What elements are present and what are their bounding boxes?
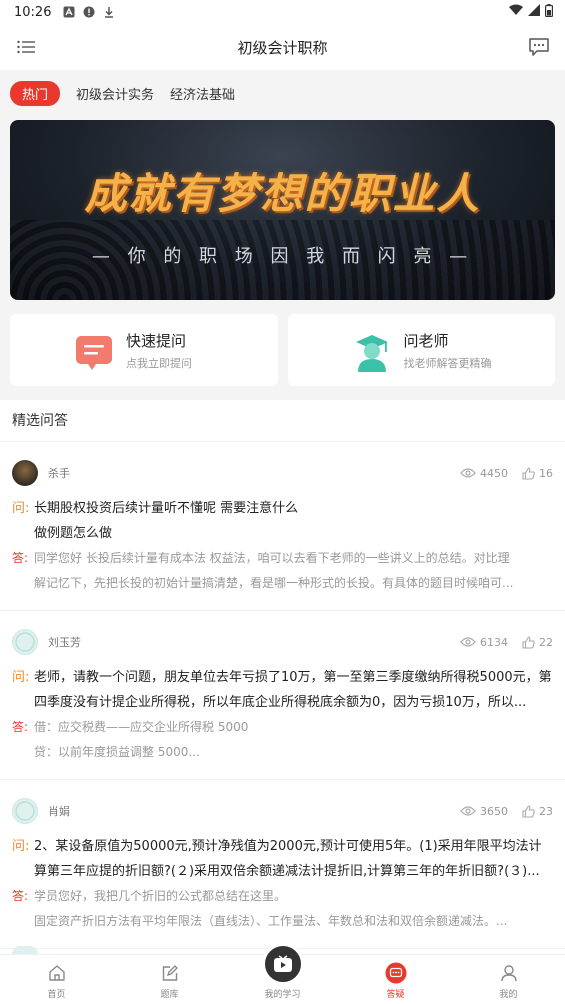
like-count-value: 16 [539, 466, 553, 480]
answer-mark: 答: [12, 720, 29, 734]
nav-question-bank-label: 题库 [160, 990, 179, 1000]
edit-icon [159, 962, 181, 984]
nav-home-label: 首页 [47, 990, 66, 1000]
ask-teacher-subtitle: 找老师解答更精确 [403, 356, 492, 370]
question-text: 老师，请教一个问题，朋友单位去年亏损了10万，第一至第三季度缴纳所得税5000元… [34, 670, 552, 710]
status-bar: 10:26 [0, 0, 565, 24]
nav-my-learning[interactable]: 我的学习 [226, 943, 339, 1004]
answer-mark: 答: [12, 551, 29, 565]
eye-icon [460, 637, 476, 647]
wifi-icon [509, 4, 523, 20]
next-avatar-peek [12, 946, 38, 954]
user-icon [498, 962, 520, 984]
thumb-up-icon [522, 804, 535, 818]
question-mark: 问: [12, 670, 30, 685]
tab-hot[interactable]: 热门 [10, 80, 61, 106]
view-count-value: 6134 [480, 635, 508, 649]
view-count: 3650 [460, 805, 508, 818]
qa-item[interactable]: 杀手 4450 16 问: 长期股权投资后续计量听不懂呢 需要注意什么 做例题怎… [0, 442, 565, 611]
view-count-value: 4450 [480, 466, 508, 480]
banner-slogan: 成就有梦想的职业人 [84, 169, 481, 218]
bottom-nav: 首页 题库 我的学习 答疑 我的 [0, 943, 565, 1004]
quick-cards: 快速提问 点我立即提问 问老师 找老师解答更精确 [10, 314, 555, 386]
answer-line: 解记忆下，先把长投的初始计量搞清楚，看是哪一种形式的长投。有具体的题目时候咱可.… [34, 576, 514, 590]
thumb-up-icon [522, 466, 535, 480]
like-button[interactable]: 16 [522, 467, 553, 480]
qa-item[interactable]: 刘玉芳 6134 22 问: 老师，请教一个问题，朋友单位去年亏损了10万，第一… [0, 611, 565, 780]
app-header: 初级会计职称 [0, 24, 565, 70]
nav-my-learning-label: 我的学习 [264, 990, 301, 1000]
qa-item[interactable]: 肖娟 3650 23 问: 2、某设备原值为50000元,预计净残值为2000元… [0, 780, 565, 949]
nav-me-label: 我的 [499, 990, 518, 1000]
avatar[interactable] [12, 798, 38, 824]
notification-a-icon [63, 6, 75, 18]
answer-line: 贷：以前年度损益调整 5000... [34, 745, 200, 759]
view-count-value: 3650 [480, 804, 508, 818]
thumb-up-icon [522, 635, 535, 649]
tab-accounting-practice[interactable]: 初级会计实务 [76, 81, 154, 106]
answer-line: 借：应交税费——应交企业所得税 5000 [34, 720, 249, 734]
question-text: 2、某设备原值为50000元,预计净残值为2000元,预计可使用5年。(1)采用… [34, 839, 542, 879]
nav-question-bank[interactable]: 题库 [113, 955, 226, 1004]
category-tabs: 热门 初级会计实务 经济法基础 [0, 78, 565, 108]
chat-bubble-icon [74, 332, 114, 372]
status-time: 10:26 [14, 4, 52, 20]
like-button[interactable]: 23 [522, 805, 553, 818]
nav-home[interactable]: 首页 [0, 955, 113, 1004]
username: 肖娟 [48, 805, 70, 818]
answer-line: 学员您好，我把几个折旧的公式都总结在这里。 [34, 889, 287, 903]
like-count-value: 23 [539, 804, 553, 818]
view-count: 4450 [460, 467, 508, 480]
tab-economic-law[interactable]: 经济法基础 [170, 81, 235, 106]
download-icon [103, 6, 115, 18]
message-icon[interactable] [527, 35, 551, 59]
answer-line: 固定资产折旧方法有平均年限法（直线法）、工作量法、年数总和法和双倍余额递减法。.… [34, 914, 508, 928]
banner-subtitle: — 你 的 职 场 因 我 而 闪 亮 — [91, 246, 474, 267]
eye-icon [460, 468, 476, 478]
avatar[interactable] [12, 460, 38, 486]
view-count: 6134 [460, 636, 508, 649]
quick-ask-card[interactable]: 快速提问 点我立即提问 [10, 314, 278, 386]
like-count-value: 22 [539, 635, 553, 649]
signal-icon [528, 4, 540, 20]
avatar[interactable] [12, 629, 38, 655]
teacher-icon [352, 332, 392, 372]
ask-teacher-card[interactable]: 问老师 找老师解答更精确 [287, 314, 555, 386]
eye-icon [460, 806, 476, 816]
chat-icon [385, 962, 407, 984]
menu-list-icon[interactable] [14, 35, 38, 59]
quick-ask-title: 快速提问 [126, 331, 187, 350]
username: 杀手 [48, 467, 70, 480]
page-title: 初级会计职称 [237, 38, 328, 57]
username: 刘玉芳 [48, 636, 81, 649]
quick-ask-subtitle: 点我立即提问 [126, 356, 192, 370]
question-mark: 问: [12, 501, 30, 516]
answer-mark: 答: [12, 889, 29, 903]
home-icon [46, 962, 68, 984]
play-icon [261, 943, 304, 985]
like-button[interactable]: 22 [522, 636, 553, 649]
top-section: 热门 初级会计实务 经济法基础 成就有梦想的职业人 — 你 的 职 场 因 我 … [0, 70, 565, 400]
question-text: 长期股权投资后续计量听不懂呢 需要注意什么 做例题怎么做 [34, 501, 299, 541]
nav-me[interactable]: 我的 [452, 955, 565, 1004]
question-mark: 问: [12, 839, 30, 854]
default-avatar-icon [15, 632, 35, 652]
nav-qa[interactable]: 答疑 [339, 955, 452, 1004]
default-avatar-icon [15, 801, 35, 821]
section-title: 精选问答 [0, 400, 565, 442]
ask-teacher-title: 问老师 [403, 331, 449, 350]
battery-icon [545, 3, 554, 21]
nav-qa-label: 答疑 [386, 990, 405, 1000]
answer-line: 同学您好 长投后续计量有成本法 权益法，咱可以去看下老师的一些讲义上的总结。对比… [34, 551, 510, 565]
alert-icon [83, 6, 95, 18]
promo-banner[interactable]: 成就有梦想的职业人 — 你 的 职 场 因 我 而 闪 亮 — [10, 120, 555, 300]
